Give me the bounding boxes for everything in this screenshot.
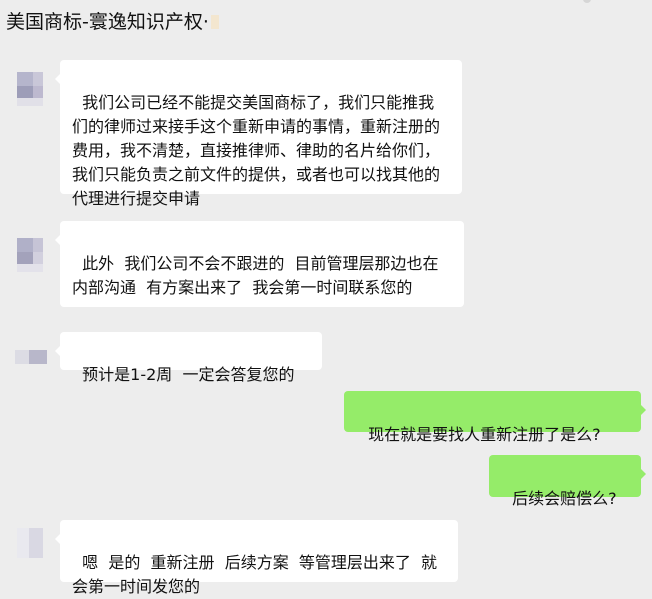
menu-indicator [583,0,591,3]
message-bubble[interactable]: 嗯 是的 重新注册 后续方案 等管理层出来了 就会第一时间发您的 [55,520,458,596]
contact-avatar[interactable] [13,70,47,108]
chat-title[interactable]: 美国商标-寰逸知识产权· [6,9,219,35]
message-bubble[interactable]: 后续会赔偿么? [489,455,646,508]
message-text: 现在就是要找人重新注册了是么? [368,425,601,444]
contact-avatar[interactable] [13,526,47,564]
message-text: 我们公司已经不能提交美国商标了，我们只能推我们的律师过来接手这个重新申请的事情，… [72,93,441,208]
message-text: 嗯 是的 重新注册 后续方案 等管理层出来了 就会第一时间发您的 [72,553,438,596]
message-bubble[interactable]: 预计是1-2周 一定会答复您的 [55,332,322,384]
message-text: 预计是1-2周 一定会答复您的 [82,365,295,384]
message-text: 此外 我们公司不会不跟进的 目前管理层那边也在内部沟通 有方案出来了 我会第一时… [72,254,439,297]
message-bubble[interactable]: 我们公司已经不能提交美国商标了，我们只能推我们的律师过来接手这个重新申请的事情，… [55,60,462,208]
chat-header: 美国商标-寰逸知识产权· [0,0,652,46]
chat-title-text: 美国商标-寰逸知识产权· [6,11,209,33]
contact-avatar[interactable] [13,236,47,274]
message-bubble[interactable]: 此外 我们公司不会不跟进的 目前管理层那边也在内部沟通 有方案出来了 我会第一时… [55,221,464,307]
message-bubble[interactable]: 现在就是要找人重新注册了是么? [344,391,646,444]
contact-avatar[interactable] [13,338,47,376]
message-text: 后续会赔偿么? [512,489,617,508]
title-blurred-mark [210,15,219,29]
